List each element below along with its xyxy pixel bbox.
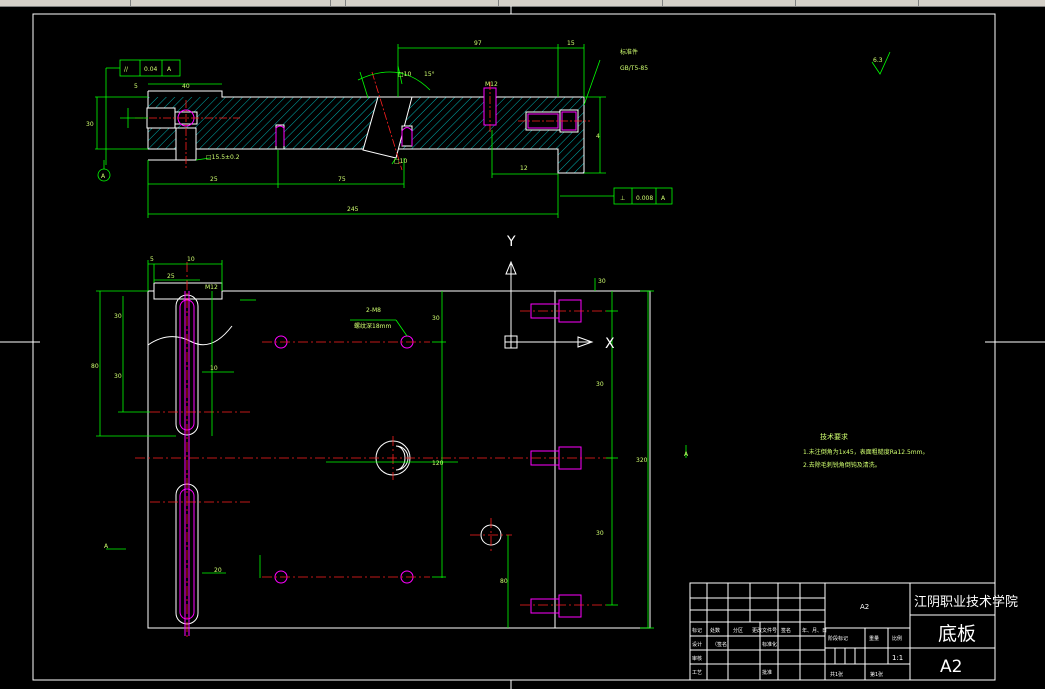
plan-dim-10: 10 <box>187 256 195 263</box>
tb-label-change: 更改文件号 <box>752 627 777 634</box>
datum-a-ref: A <box>167 66 172 73</box>
plan-view: 5 25 10 30 80 30 10 20 M12 30 2-M8 螺纹深18… <box>91 256 689 640</box>
title-block-labels: 标记 处数 分区 更改文件号 签名 年、月、日 设计 （签名） 标准化 审核 工… <box>692 627 902 678</box>
plan-dim-25: 25 <box>167 273 175 280</box>
tb-label-design: 设计 <box>692 641 702 648</box>
plan-m12: M12 <box>205 284 218 291</box>
square-10a: □10 <box>398 71 411 78</box>
tb-label-mark: 标记 <box>692 627 702 634</box>
tb-label-sheet-num: 第1张 <box>870 671 883 678</box>
tb-label-review: 审核 <box>692 655 702 662</box>
title-block: 江阴职业技术学院 底板 A2 A2 1:1 标记 处数 分区 更改文件号 签名 … <box>689 582 1018 681</box>
dim-75: 75 <box>338 176 346 183</box>
tb-label-zone: 分区 <box>733 627 743 634</box>
tb-label-date: 年、月、日 <box>802 627 827 634</box>
plan-dim-80b: 80 <box>500 578 508 585</box>
dim-5: 5 <box>134 83 138 90</box>
dim-30: 30 <box>86 121 94 128</box>
tb-label-stage: 阶段标记 <box>828 635 848 642</box>
plan-outline <box>147 282 651 629</box>
notes-line-1: 1.未注倒角为1x45，表面粗糙度Ra12.5mm。 <box>803 448 929 456</box>
plan-2m8: 2-M8 <box>366 307 381 314</box>
dim-15: 15 <box>567 40 575 47</box>
dim-40: 40 <box>182 83 190 90</box>
label-std: 标准件 <box>620 48 638 56</box>
part-name: 底板 <box>938 623 976 645</box>
tb-label-sign: 签名 <box>781 627 791 634</box>
dim-4: 4 <box>596 133 600 140</box>
datum-a2-ref: A <box>661 195 666 202</box>
tb-label-process: 工艺 <box>692 670 702 676</box>
dim-245: 245 <box>347 206 359 213</box>
parallel-value: 0.04 <box>144 66 158 73</box>
ucs-axis-icon <box>504 260 594 349</box>
tb-label-count: 处数 <box>710 627 720 634</box>
school-name: 江阴职业技术学院 <box>914 594 1018 610</box>
notes-title: 技术要求 <box>820 432 848 441</box>
perpendicular-value: 0.008 <box>636 195 653 202</box>
sheet-size: A2 <box>940 657 962 677</box>
section-marker-a2: A <box>684 451 689 458</box>
axis-label-y: Y <box>506 234 516 250</box>
sheet-size-small: A2 <box>860 603 869 611</box>
plan-dim-10b: 10 <box>210 365 218 372</box>
dim-80: 25 <box>210 176 218 183</box>
plan-dim-5: 5 <box>150 256 154 263</box>
plan-dim-30e: 30 <box>596 381 604 388</box>
section-view: 97 15 5 40 25 30 75 245 12 4 M12 GB/T5-8… <box>86 40 891 218</box>
scale-value: 1:1 <box>892 654 903 662</box>
label-gb: GB/T5-85 <box>620 65 648 72</box>
notes-line-2: 2.去除毛刺锐角倒钝及清洗。 <box>803 461 881 469</box>
tb-label-signature: （签名） <box>712 641 732 648</box>
plan-dim-20: 20 <box>214 567 222 574</box>
perpendicular-symbol: ⊥ <box>620 195 625 202</box>
section-hatching <box>148 97 584 173</box>
cad-drawing-canvas[interactable]: 97 15 5 40 25 30 75 245 12 4 M12 GB/T5-8… <box>0 0 1045 689</box>
roughness-value: 6.3 <box>873 57 883 64</box>
plan-dim-30g: 30 <box>598 278 606 285</box>
plan-dim-30a: 30 <box>114 313 122 320</box>
plan-dim-30b: 30 <box>114 373 122 380</box>
dim-40b: 12 <box>520 165 528 172</box>
tb-label-standard: 标准化 <box>762 641 777 648</box>
tb-label-approve: 批准 <box>762 669 772 676</box>
technical-notes: 技术要求 1.未注倒角为1x45，表面粗糙度Ra12.5mm。 2.去除毛刺锐角… <box>803 432 929 469</box>
plan-thread-depth: 螺纹深18mm <box>354 322 391 330</box>
dim-97: 97 <box>474 40 482 47</box>
angle-15: 15° <box>424 71 435 78</box>
parallel-symbol: // <box>124 66 129 73</box>
square-tol: □15.5±0.2 <box>206 154 240 161</box>
plan-dim-80: 80 <box>91 363 99 370</box>
tb-label-ratio: 比例 <box>892 635 902 642</box>
datum-a: A <box>101 173 106 180</box>
plan-dim-30f: 30 <box>596 530 604 537</box>
plan-dim-30d: 30 <box>432 315 440 322</box>
tb-label-weight: 重量 <box>869 635 879 642</box>
plan-hidden-lines <box>179 291 582 636</box>
plan-dim-120: 120 <box>432 460 444 467</box>
axis-label-x: X <box>605 336 615 352</box>
tb-label-sheet-total: 共1张 <box>830 671 843 678</box>
square-10b: □10 <box>394 158 407 165</box>
label-m12: M12 <box>485 81 498 88</box>
plan-dimension-text: 5 25 10 30 80 30 10 20 M12 30 2-M8 螺纹深18… <box>91 256 689 585</box>
plan-dim-320: 320 <box>636 457 648 464</box>
